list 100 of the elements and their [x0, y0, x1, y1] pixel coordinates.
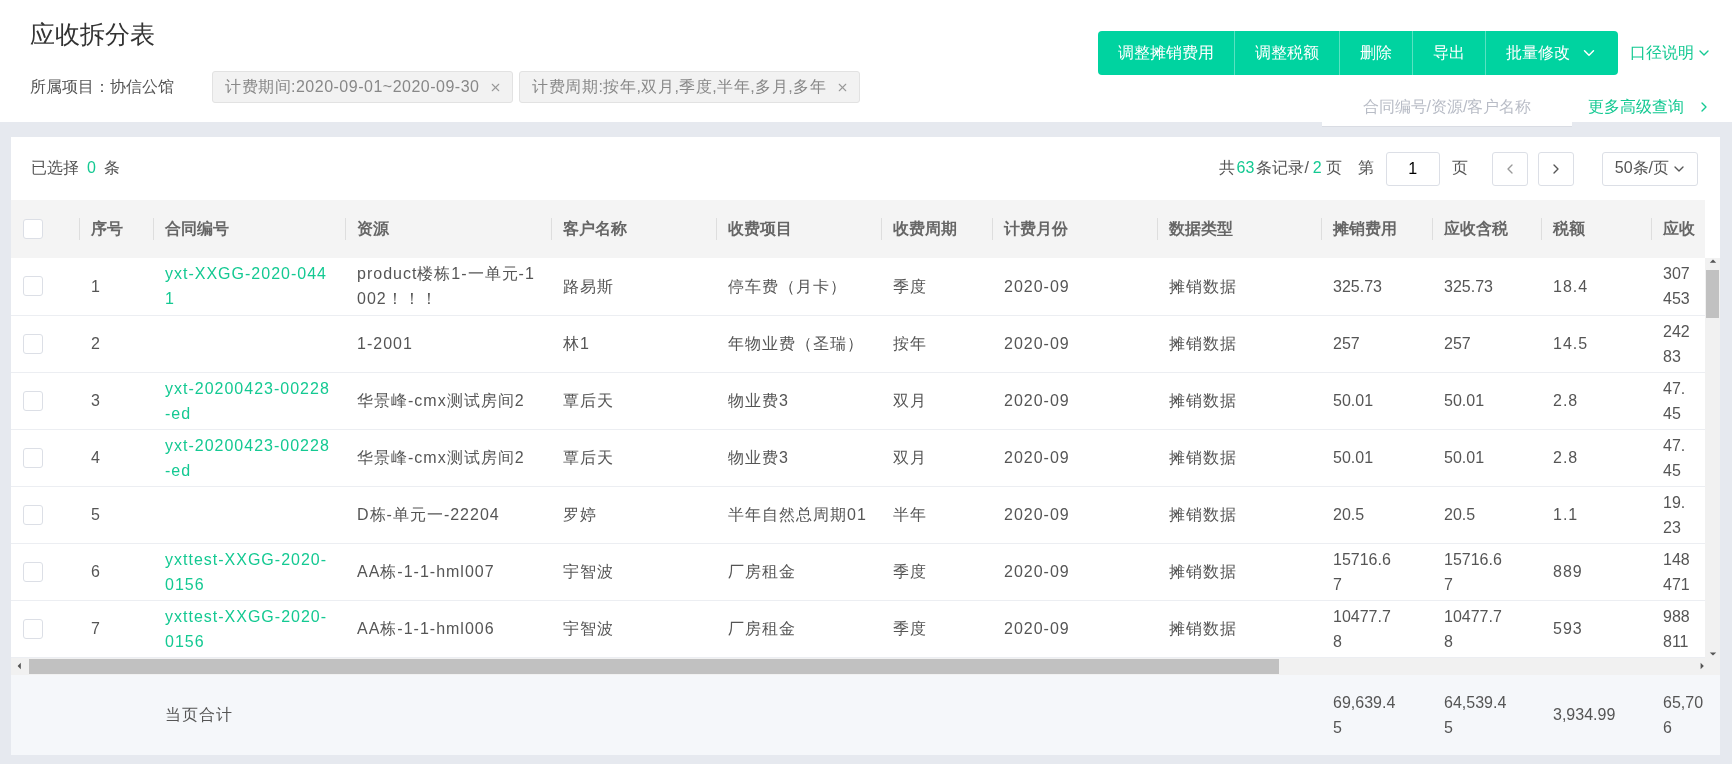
table-cell-text: 物业费3 [728, 448, 790, 468]
table-cell-text: 47.45 [1663, 378, 1687, 424]
table-cell-text: 5 [91, 505, 102, 525]
contract-link[interactable]: yxttest-XXGG-2020-0156 [165, 603, 333, 654]
table-cell-text: 物业费3 [728, 391, 790, 411]
table-cell-text: 宇智波 [563, 562, 615, 582]
scrollbar-thumb[interactable] [1706, 270, 1719, 318]
filter-tag[interactable]: 计费期间:2020-09-01~2020-09-30 [212, 71, 514, 103]
table-cell-text: 华景峰-cmx测试房间2 [357, 448, 526, 468]
table-cell-text: 摊销数据 [1169, 276, 1238, 297]
selection-count: 已选择 0 条 [31, 158, 120, 178]
totals-label: 当页合计 [165, 705, 234, 725]
column-header: 计费月份 [992, 200, 1157, 258]
table-cell-text: 2.8 [1553, 391, 1580, 411]
table-cell-text: 摊销数据 [1169, 448, 1238, 468]
column-header: 应收含税 [1432, 200, 1541, 258]
table-cell-text: 摊销数据 [1169, 334, 1238, 354]
table-cell-text: 双月 [893, 448, 928, 468]
table-cell-text: 20.5 [1333, 505, 1366, 525]
page-title: 应收拆分表 [30, 19, 156, 50]
table-cell-text: 宇智波 [563, 619, 615, 639]
action-button[interactable]: 调整摊销费用 [1098, 31, 1234, 75]
table-cell-text: 厂房租金 [728, 562, 797, 582]
action-button[interactable]: 批量修改 [1485, 31, 1618, 75]
table-cell-text: 257 [1333, 334, 1361, 354]
total-cell-text: 69,639.45 [1333, 692, 1397, 738]
table-cell-text: 20.5 [1444, 505, 1477, 525]
table-cell-text: 7 [91, 619, 102, 639]
table-cell-text: 6 [91, 562, 102, 582]
scrollbar-thumb[interactable] [29, 658, 1279, 674]
table-cell-text: 摊销数据 [1169, 619, 1238, 639]
table-cell-text: 50.01 [1333, 448, 1375, 468]
table-cell-text: 1.1 [1553, 505, 1580, 525]
contract-link[interactable]: yxt-20200423-00228-ed [165, 432, 333, 483]
table-cell-text: 15716.67 [1333, 549, 1392, 595]
contract-link[interactable]: yxttest-XXGG-2020-0156 [165, 546, 333, 597]
column-header: 合同编号 [153, 200, 345, 258]
table-cell-text: 15716.67 [1444, 549, 1503, 595]
advanced-search-link[interactable]: 更多高级查询 [1588, 96, 1712, 118]
contract-link[interactable]: yxt-XXGG-2020-0441 [165, 261, 333, 312]
table-cell-text: 按年 [893, 334, 928, 354]
table-cell-text: 路易斯 [563, 276, 615, 297]
table-cell-text: 50.01 [1444, 448, 1486, 468]
filter-tag[interactable]: 计费周期:按年,双月,季度,半年,多月,多年 [519, 71, 861, 103]
checkbox[interactable] [23, 561, 43, 582]
table-cell-text: 2020-09 [1004, 391, 1071, 411]
page-suffix: 页 [1451, 158, 1468, 178]
table-cell-text: 季度 [893, 562, 928, 582]
table-cell-text: 双月 [893, 391, 928, 411]
table-cell-text: 2.8 [1553, 448, 1580, 468]
caliber-link[interactable]: 口径说明 [1630, 42, 1712, 64]
table-cell-text: 停车费（月卡） [728, 276, 848, 297]
table-cell-text: 罗婷 [563, 505, 598, 525]
table-cell-text: 593 [1553, 619, 1584, 639]
previous-page-button[interactable] [1491, 151, 1528, 186]
checkbox[interactable] [23, 333, 43, 354]
table-cell-text: 2020-09 [1004, 562, 1071, 582]
table-cell-text: 半年 [893, 505, 928, 525]
vertical-scrollbar[interactable] [1705, 258, 1720, 658]
page-size-select[interactable]: 50条/页 [1601, 151, 1698, 186]
column-header: 税额 [1541, 200, 1651, 258]
checkbox[interactable] [23, 276, 43, 297]
next-page-button[interactable] [1537, 151, 1574, 186]
contract-link[interactable]: yxt-20200423-00228-ed [165, 375, 333, 426]
page-field[interactable]: 1 [1385, 151, 1440, 186]
table-cell-text: 季度 [893, 619, 928, 639]
scroll-up-icon[interactable] [1708, 258, 1717, 266]
table-cell-text: 2020-09 [1004, 334, 1071, 354]
table-cell-text: 季度 [893, 276, 928, 297]
table-cell-text: 2020-09 [1004, 505, 1071, 525]
table-cell-text: 889 [1553, 562, 1584, 582]
action-button[interactable]: 删除 [1339, 31, 1412, 75]
table-cell-text: 257 [1444, 334, 1472, 354]
table-cell-text: 47.45 [1663, 435, 1687, 481]
checkbox[interactable] [23, 390, 43, 411]
scroll-left-icon[interactable] [16, 662, 24, 670]
checkbox[interactable] [23, 504, 43, 525]
table-cell-text: 2020-09 [1004, 448, 1071, 468]
table-cell-text: 1-2001 [357, 334, 414, 354]
table-cell-text: 1 [91, 276, 102, 297]
table-cell-text: 325.73 [1333, 276, 1383, 297]
table-cell-text: 325.73 [1444, 276, 1494, 297]
table-cell-text: 覃后天 [563, 391, 615, 411]
table-cell-text: 2020-09 [1004, 619, 1071, 639]
total-cell-text: 3,934.99 [1553, 705, 1617, 725]
table-cell-text: 林1 [563, 334, 591, 354]
action-button[interactable]: 调整税额 [1234, 31, 1339, 75]
table-cell-text: 4 [91, 448, 102, 468]
checkbox[interactable] [23, 618, 43, 639]
project-label: 所属项目：协信公馆 [30, 76, 174, 97]
table-cell-text: AA栋-1-1-hml007 [357, 562, 496, 582]
action-button[interactable]: 导出 [1412, 31, 1485, 75]
total-cell-text: 65,706 [1663, 692, 1705, 738]
table-cell-text: 摊销数据 [1169, 505, 1238, 525]
checkbox[interactable] [23, 447, 43, 468]
checkbox[interactable] [23, 219, 43, 239]
column-header: 数据类型 [1157, 200, 1321, 258]
page-prefix: 第 [1357, 158, 1374, 178]
table-cell-text: 988811 [1663, 606, 1691, 652]
table-cell-text: 14.5 [1553, 334, 1590, 354]
